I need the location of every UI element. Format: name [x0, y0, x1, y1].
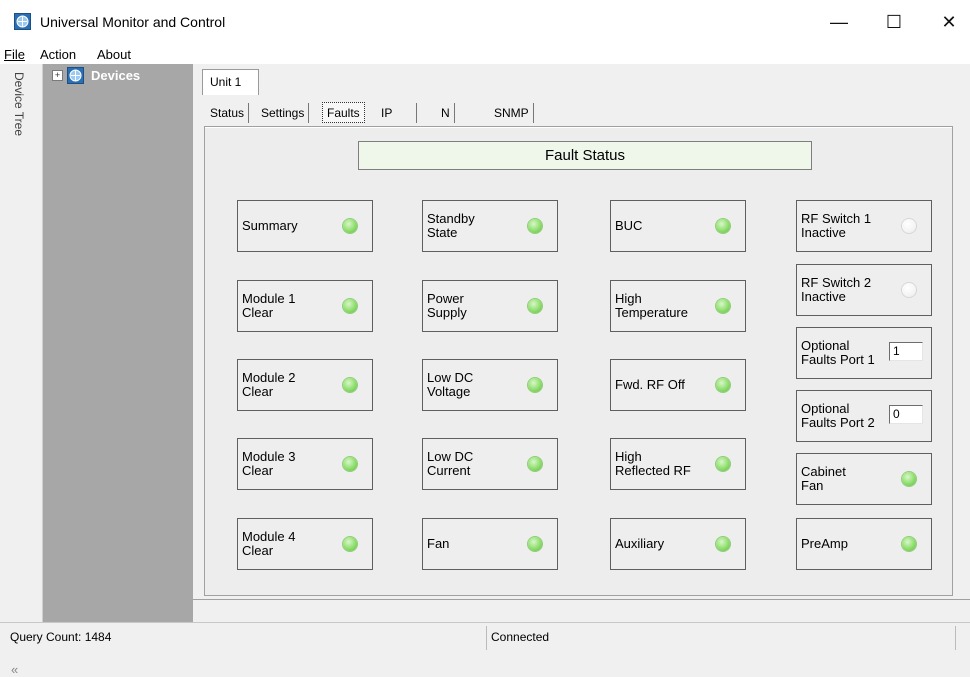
fault-buc: BUC [610, 200, 746, 252]
tab-unit-1[interactable]: Unit 1 [202, 69, 259, 95]
menu-file-label: File [4, 47, 25, 62]
fault-summary: Summary [237, 200, 373, 252]
fault-label: Low DC Voltage [427, 370, 474, 399]
optional-faults-port-1: Optional Faults Port 1 1 [796, 327, 932, 379]
fault-module-4: Module 4 Clear [237, 518, 373, 570]
status-divider [486, 626, 487, 650]
fault-label: Module 4 Clear [242, 529, 296, 558]
menu-action[interactable]: Action [40, 47, 76, 62]
port-2-value-field[interactable]: 0 [889, 405, 923, 424]
fault-low-dc-current: Low DC Current [422, 438, 558, 490]
fault-label: Optional Faults Port 2 [801, 401, 875, 430]
fault-power-supply: Power Supply [422, 280, 558, 332]
window-title: Universal Monitor and Control [40, 14, 226, 30]
fault-module-2: Module 2 Clear [237, 359, 373, 411]
devices-globe-icon [67, 67, 84, 84]
app-globe-icon [14, 13, 31, 30]
fault-fwd-rf-off: Fwd. RF Off [610, 359, 746, 411]
tab-n-plus-1[interactable]: N + 1 [437, 103, 455, 160]
fault-fan: Fan [422, 518, 558, 570]
status-led-icon [528, 219, 542, 233]
fault-label: Cabinet Fan [801, 464, 846, 493]
device-tree: + Devices [43, 64, 193, 622]
status-bar: Query Count: 1484 Connected [0, 622, 970, 650]
fault-label: Fan [427, 536, 450, 551]
fault-cabinet-fan: Cabinet Fan [796, 453, 932, 505]
tree-expand-icon[interactable]: + [52, 70, 63, 81]
fault-label: Auxiliary [615, 536, 665, 551]
status-led-icon [716, 299, 730, 313]
fault-label: Optional Faults Port 1 [801, 338, 875, 367]
status-led-icon [528, 457, 542, 471]
fault-label: Power Supply [427, 291, 467, 320]
menu-action-label: Action [40, 47, 77, 62]
tab-snmp[interactable]: SNMP [490, 103, 534, 123]
fault-label: Module 1 Clear [242, 291, 296, 320]
status-led-icon [716, 219, 730, 233]
fault-rf-switch-1: RF Switch 1 Inactive [796, 200, 932, 252]
maximize-button[interactable]: ☐ [871, 0, 917, 44]
tree-node-devices[interactable]: Devices [91, 68, 140, 83]
optional-faults-port-2: Optional Faults Port 2 0 [796, 390, 932, 442]
fault-label: High Temperature [615, 291, 688, 320]
status-led-icon [716, 537, 730, 551]
fault-label: Standby State [427, 211, 475, 240]
panel-divider [193, 599, 970, 600]
status-led-icon [902, 472, 916, 486]
fault-auxiliary: Auxiliary [610, 518, 746, 570]
minimize-button[interactable]: — [816, 0, 862, 44]
status-led-icon [528, 378, 542, 392]
port-1-value-field[interactable]: 1 [889, 342, 923, 361]
fault-label: BUC [615, 218, 643, 233]
status-led-icon [343, 537, 357, 551]
fault-status-banner: Fault Status [358, 141, 812, 170]
menu-about-label: About [97, 47, 131, 62]
title-bar: Universal Monitor and Control — ☐ ✕ [0, 0, 970, 44]
status-led-icon [528, 537, 542, 551]
unit-tab-label: Unit 1 [210, 75, 242, 89]
status-led-icon [343, 219, 357, 233]
fault-rf-switch-2: RF Switch 2 Inactive [796, 264, 932, 316]
fault-module-3: Module 3 Clear [237, 438, 373, 490]
fault-high-temperature: High Temperature [610, 280, 746, 332]
status-led-icon [343, 378, 357, 392]
fault-status-title: Fault Status [544, 147, 626, 164]
status-led-icon [528, 299, 542, 313]
status-led-icon [716, 378, 730, 392]
status-led-icon [902, 283, 916, 297]
connection-status: Connected [491, 630, 550, 644]
tab-settings[interactable]: Settings [257, 103, 310, 123]
close-button[interactable]: ✕ [926, 0, 970, 44]
fault-label: High Reflected RF [615, 449, 691, 478]
fault-label: RF Switch 2 Inactive [801, 275, 872, 304]
status-led-icon [902, 537, 916, 551]
fault-label: RF Switch 1 Inactive [801, 211, 872, 240]
tab-status[interactable]: Status [206, 103, 250, 123]
fault-high-reflected-rf: High Reflected RF [610, 438, 746, 490]
device-tree-strip[interactable]: Device Tree « [0, 64, 43, 677]
menu-about[interactable]: About [97, 47, 131, 62]
fault-label: Summary [242, 218, 298, 233]
menu-file[interactable]: File [4, 47, 25, 62]
fault-preamp: PreAmp [796, 518, 932, 570]
fault-standby-state: Standby State [422, 200, 558, 252]
status-led-icon [343, 299, 357, 313]
fault-label: Low DC Current [427, 449, 474, 478]
tab-faults[interactable]: Faults [322, 102, 365, 123]
fault-module-1: Module 1 Clear [237, 280, 373, 332]
collapse-chevron-icon[interactable]: « [11, 662, 18, 677]
status-led-icon [902, 219, 916, 233]
menu-bar: File Action About [0, 44, 970, 64]
tab-ip-setup[interactable]: IP Setup [377, 103, 418, 140]
status-led-icon [716, 457, 730, 471]
query-count: Query Count: 1484 [10, 630, 112, 644]
fault-label: Module 2 Clear [242, 370, 296, 399]
fault-label: PreAmp [801, 536, 848, 551]
fault-low-dc-voltage: Low DC Voltage [422, 359, 558, 411]
status-led-icon [343, 457, 357, 471]
fault-label: Fwd. RF Off [615, 377, 685, 392]
device-tree-label: Device Tree [12, 72, 26, 137]
fault-label: Module 3 Clear [242, 449, 296, 478]
status-divider [955, 626, 956, 650]
